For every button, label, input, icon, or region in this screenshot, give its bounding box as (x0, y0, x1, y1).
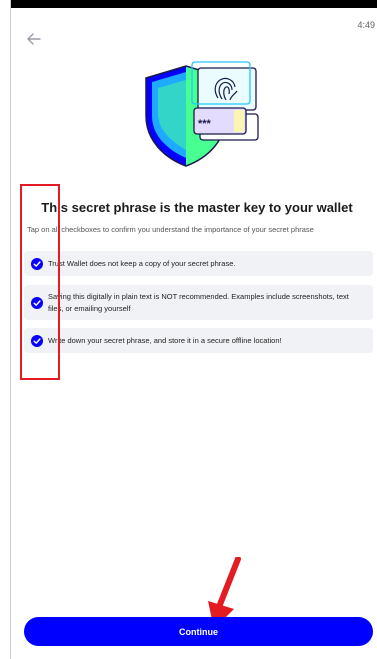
page-title: This secret phrase is the master key to … (41, 200, 353, 215)
checkbox-label: Write down your secret phrase, and store… (48, 335, 282, 345)
arrow-left-icon[interactable] (26, 32, 42, 46)
window-edge (10, 0, 11, 659)
page-subtitle: Tap on all checkboxes to confirm you und… (27, 225, 314, 234)
checkbox-item-no-digital[interactable]: Saving this digitally in plain text is N… (24, 285, 373, 320)
annotation-highlight-box (20, 184, 60, 380)
checkbox-label: Trust Wallet does not keep a copy of you… (48, 258, 236, 268)
checkbox-item-no-copy[interactable]: Trust Wallet does not keep a copy of you… (24, 251, 373, 276)
checkbox-item-write-down[interactable]: Write down your secret phrase, and store… (24, 328, 373, 353)
password-mask: *** (198, 118, 212, 130)
checkbox-label: Saving this digitally in plain text is N… (48, 291, 349, 313)
status-time: 4:49 (357, 20, 375, 30)
status-bar (10, 0, 377, 8)
shield-fingerprint-password-illustration: *** (145, 61, 259, 167)
continue-button[interactable]: Continue (24, 617, 373, 646)
